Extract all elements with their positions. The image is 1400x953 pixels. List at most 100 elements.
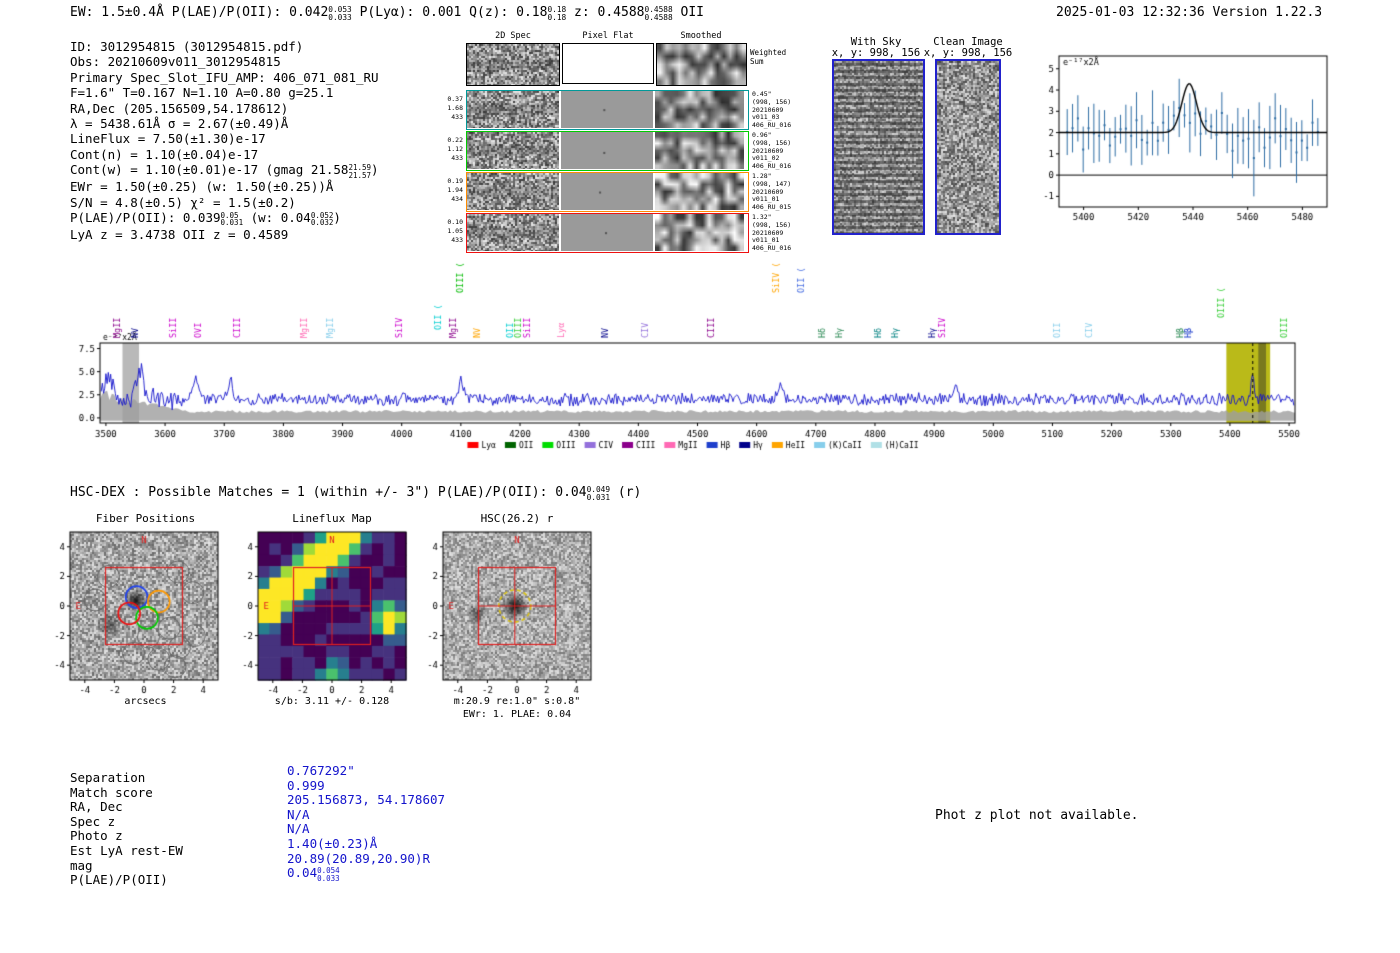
match-row: mag 20.89(20.89,20.90)R xyxy=(70,851,430,873)
spec2d-row-smoothed-image xyxy=(655,132,744,169)
match-row: RA, Dec 205.156873, 54.178607 xyxy=(70,792,445,815)
match-value: 205.156873, 54.178607 xyxy=(287,792,445,807)
text-segment: λ = 5438.61Å σ = 2.67(±0.49)Å xyxy=(70,116,289,132)
match-row: Est LyA rest-EW 1.40(±0.23)Å xyxy=(70,836,377,858)
spec2d-row-smoothed-image xyxy=(655,214,744,251)
text-segment: (r) xyxy=(610,485,642,500)
spec2d-row-pixelflat-image xyxy=(561,173,653,210)
stacked-fraction: 0.4588 0.4588 xyxy=(644,4,673,22)
spec2d-weighted-smoothed-image xyxy=(656,43,747,86)
text-segment: 20.89(20.89,20.90)R xyxy=(287,850,430,866)
spec2d-row-annotation: 0.45" (998, 156) 20210609 v011_03 406_RU_016 xyxy=(752,90,792,130)
info-line: P(LAE)/P(OII): 0.039 0.05 0.031 (w: 0.04 0.… xyxy=(70,210,379,227)
match-row: P(LAE)/P(OII) 0.04 0.054 0.033 xyxy=(70,865,340,888)
text-segment: ID: 3012954815 (3012954815.pdf) xyxy=(70,39,304,54)
match-row: Spec z N/A xyxy=(70,807,310,829)
spec2d-row-2dspec-image xyxy=(467,214,559,251)
spec2d-weighted-2d-image xyxy=(466,43,560,86)
match-value: N/A xyxy=(287,807,310,822)
match-label: RA, Dec xyxy=(70,799,123,815)
spec2d-row: 0.37 1.68 433 0.45" (998, 156) 20210609 v011_0… xyxy=(447,90,791,130)
text-segment: Primary Spec_Slot_IFU_AMP: 406_071_081_R… xyxy=(70,69,379,85)
match-label: mag xyxy=(70,857,93,873)
text-segment: OII xyxy=(672,5,704,20)
photz-note: Phot z plot not available. xyxy=(935,808,1139,823)
match-value: N/A xyxy=(287,821,310,836)
info-line: EWr = 1.50(±0.25) (w: 1.50(±0.25))Å xyxy=(70,179,379,194)
info-line: ID: 3012954815 (3012954815.pdf) xyxy=(70,39,379,54)
clean-xy: x, y: 998, 156 xyxy=(923,47,1013,59)
text-segment: N/A xyxy=(287,821,310,837)
match-label: P(LAE)/P(OII) xyxy=(70,872,168,888)
stacked-fraction: 0.052 0.032 xyxy=(310,210,334,228)
info-line: RA,Dec (205.156509,54.178612) xyxy=(70,101,379,116)
full-spectrum-plot xyxy=(50,258,1310,458)
match-label: Spec z xyxy=(70,813,116,829)
text-segment: EW: 1.5±0.4Å P(LAE)/P(OII): 0.042 xyxy=(70,5,329,20)
text-segment: RA,Dec (205.156509,54.178612) xyxy=(70,100,289,116)
hsc-mag-label: m:20.9 re:1.0" s:0.8" xyxy=(453,696,581,707)
text-segment: F=1.6" T=0.167 N=1.10 A=0.80 g=25.1 xyxy=(70,85,334,101)
info-block: ID: 3012954815 (3012954815.pdf) Obs: 2021… xyxy=(70,39,379,243)
lineflux-map-image xyxy=(228,526,418,704)
text-segment: 0.767292" xyxy=(287,763,355,778)
stacked-fraction: 0.05 0.031 xyxy=(220,210,244,228)
match-label: Match score xyxy=(70,784,153,800)
text-segment: EWr = 1.50(±0.25) (w: 1.50(±0.25))Å xyxy=(70,179,334,195)
text-segment: (w: 0.04 xyxy=(243,210,311,226)
text-segment: ) xyxy=(333,210,341,226)
spec2d-row-left-values: 0.10 1.05 433 xyxy=(447,218,463,244)
info-line: λ = 5438.61Å σ = 2.67(±0.49)Å xyxy=(70,116,379,131)
spec2d-header-2dspec: 2D Spec xyxy=(495,31,531,41)
fiber-positions-title: Fiber Positions xyxy=(95,512,196,525)
spec2d-weighted-flat-blank xyxy=(562,43,654,84)
stacked-fraction: 0.049 0.031 xyxy=(586,484,611,502)
stacked-fraction: 0.18 0.18 xyxy=(547,4,567,22)
match-value: 20.89(20.89,20.90)R xyxy=(287,851,430,866)
text-segment: Cont(w) = 1.10(±0.01)e-17 (gmag 21.58 xyxy=(70,162,349,178)
spec2d-header-smoothed: Smoothed xyxy=(680,31,722,41)
text-segment: P(Lyα): 0.001 Q(z): 0.18 xyxy=(351,5,548,20)
spec2d-row-2dspec-image xyxy=(467,132,559,169)
spec2d-row-pixelflat-image xyxy=(561,91,653,128)
spec2d-row-2dspec-image xyxy=(467,173,559,210)
lineflux-map-title: Lineflux Map xyxy=(292,512,372,525)
info-line: LineFlux = 7.50(±1.30)e-17 xyxy=(70,131,379,146)
spec2d-row: 0.22 1.12 433 0.96" (998, 156) 20210609 v011_0… xyxy=(447,131,791,171)
match-value: 0.999 xyxy=(287,778,325,793)
text-segment: LineFlux = 7.50(±1.30)e-17 xyxy=(70,131,266,147)
stacked-fraction: 21.59 21.57 xyxy=(348,162,372,180)
text-segment: Obs: 20210609v011_3012954815 xyxy=(70,54,281,70)
text-segment: 0.04 xyxy=(287,865,318,881)
elixer-report-page: { "header": { "left_segments": [ {"t": "… xyxy=(0,0,1400,953)
text-segment: ) xyxy=(371,162,379,178)
info-line: Obs: 20210609v011_3012954815 xyxy=(70,54,379,69)
spec2d-weighted-sum-label: Weighted Sum xyxy=(750,48,787,66)
spec2d-row-annotation: 1.32" (998, 156) 20210609 v011_01 406_RU_016 xyxy=(752,213,792,253)
text-segment: S/N = 4.8(±0.5) χ² = 1.5(±0.2) xyxy=(70,194,296,210)
spec2d-row-smoothed-image xyxy=(655,91,744,128)
spec2d-row: 0.10 1.05 433 1.32" (998, 156) 20210609 v011_0… xyxy=(447,213,791,253)
match-label: Est LyA rest-EW xyxy=(70,842,183,858)
text-segment: HSC-DEX : Possible Matches = 1 (within +… xyxy=(70,485,587,500)
info-line: Primary Spec_Slot_IFU_AMP: 406_071_081_R… xyxy=(70,70,379,85)
withsky-image xyxy=(832,59,925,235)
lineflux-sb-label: s/b: 3.11 +/- 0.128 xyxy=(274,696,390,707)
hsc-cutout-image xyxy=(413,526,603,704)
match-table: Separation 0.767292" Match score 0.999 RA, D… xyxy=(70,763,445,888)
fiber-positions-image xyxy=(40,526,230,704)
info-line: LyA z = 3.4738 OII z = 0.4589 xyxy=(70,227,379,242)
spec2d-row-pixelflat-image xyxy=(561,132,653,169)
spec2d-row-smoothed-image xyxy=(655,173,744,210)
match-row: Separation 0.767292" xyxy=(70,763,355,785)
hscdex-line: HSC-DEX : Possible Matches = 1 (within +… xyxy=(70,485,641,501)
match-label: Photo z xyxy=(70,828,123,844)
match-row: Match score 0.999 xyxy=(70,778,325,800)
text-segment: LyA z = 3.4738 OII z = 0.4589 xyxy=(70,227,289,243)
match-value: 0.04 0.054 0.033 xyxy=(287,865,340,882)
match-value: 0.767292" xyxy=(287,763,355,778)
spec2d-row: 0.19 1.94 434 1.28" (998, 147) 20210609 v011_0… xyxy=(447,172,791,212)
info-line: Cont(w) = 1.10(±0.01)e-17 (gmag 21.58 21.… xyxy=(70,162,379,179)
match-value: 1.40(±0.23)Å xyxy=(287,836,377,851)
spec2d-row-annotation: 0.96" (998, 156) 20210609 v011_02 406_RU_016 xyxy=(752,131,792,171)
